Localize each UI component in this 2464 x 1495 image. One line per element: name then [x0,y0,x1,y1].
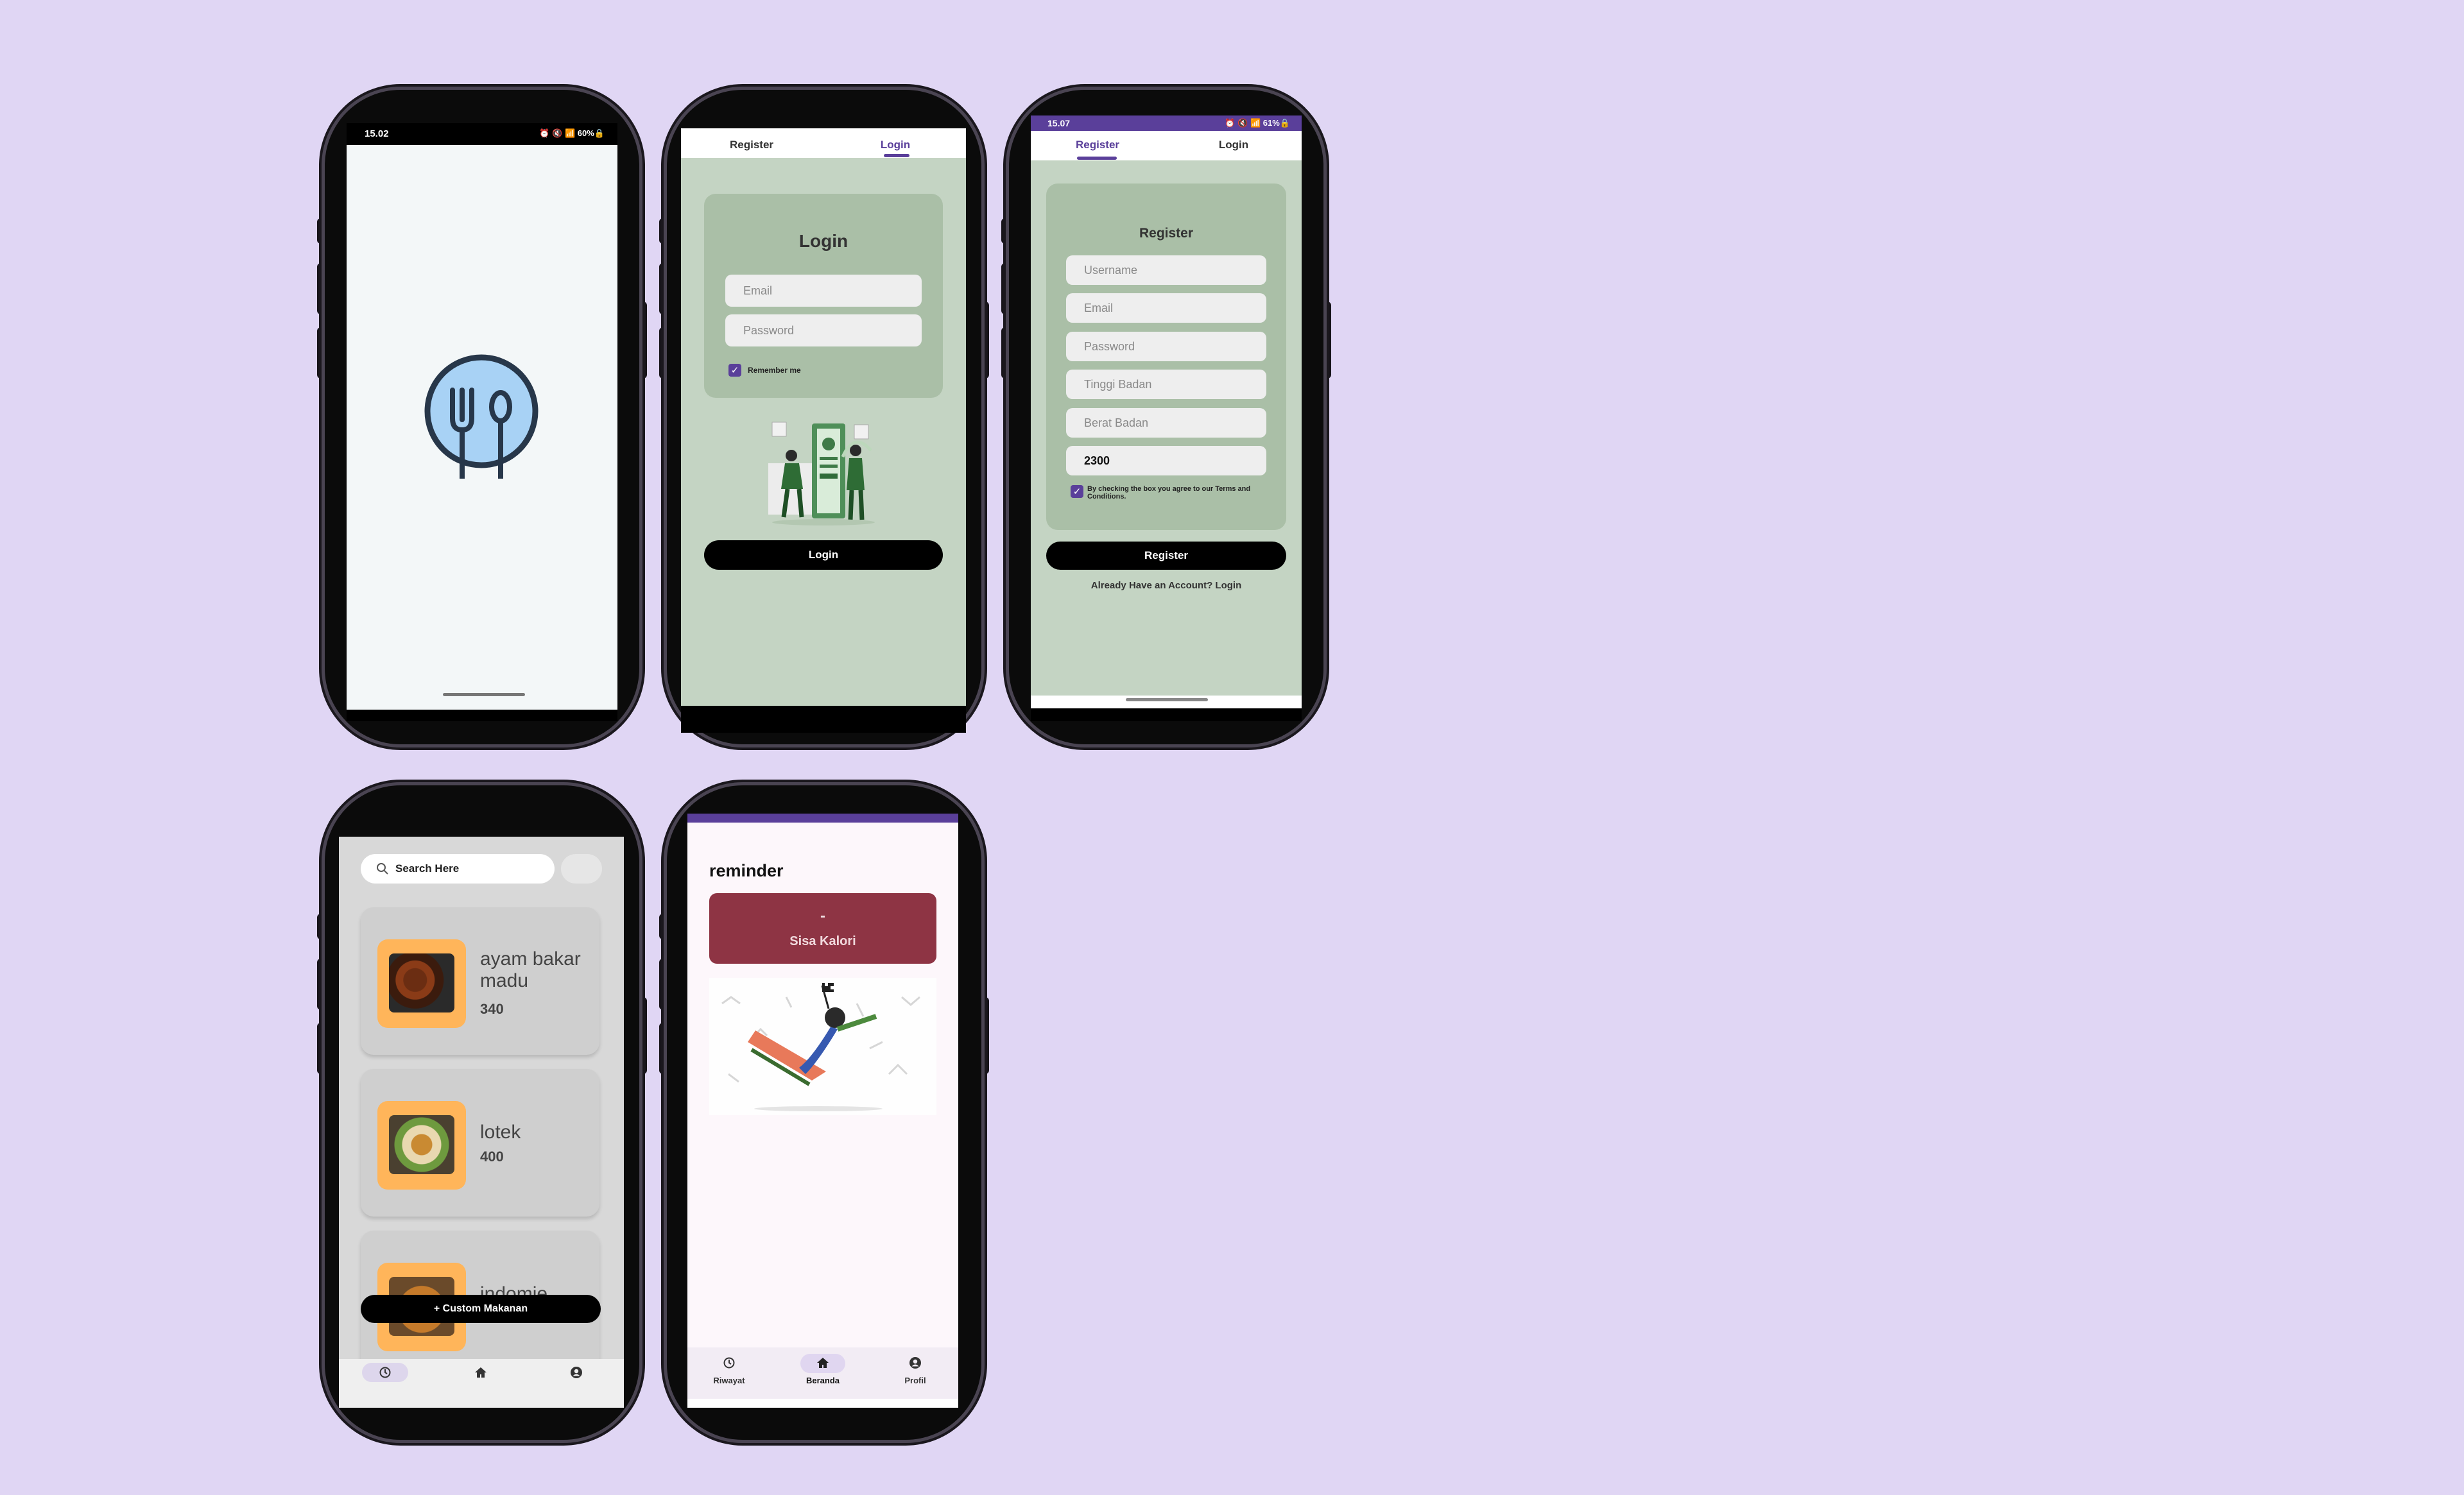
remember-label: Remember me [748,366,801,375]
fork-spoon-plate-icon [424,354,538,479]
home-indicator[interactable] [1126,698,1208,701]
login-button[interactable]: Login [704,540,943,570]
nav-label: Profil [904,1376,926,1385]
food-name: ayam bakar madu [480,948,581,991]
nav-area [1031,696,1302,708]
profile-icon [909,1357,921,1369]
status-icons: ⏰ 🔇 📶 60%🔒 [539,128,605,138]
bottom-nav: Riwayat Beranda Profil [687,1347,958,1399]
bottom-nav [339,1359,624,1408]
home-indicator[interactable] [443,693,525,696]
terms-checkbox[interactable]: ✓ [1071,485,1083,498]
profile-icon[interactable] [570,1366,583,1379]
register-title: Register [1139,226,1194,241]
height-field[interactable]: Tinggi Badan [1066,370,1266,399]
finish-flag-illustration [709,978,936,1115]
food-card-lotek[interactable]: lotek 400 [361,1069,599,1217]
login-illustration [768,422,875,525]
register-card: Register Username Email Password Tinggi … [1046,184,1286,530]
register-button[interactable]: Register [1046,542,1286,570]
nav-label: Beranda [806,1376,840,1385]
food-name: lotek [480,1122,521,1143]
status-bar [687,814,958,823]
history-icon [379,1367,391,1378]
nav-beranda[interactable]: Beranda [800,1353,845,1391]
search-bar[interactable]: Search Here [361,854,555,884]
food-card-ayam-bakar-madu[interactable]: ayam bakar madu 340 [361,907,599,1055]
status-time: 15.02 [365,128,389,139]
status-bar: 15.07 ⏰ 🔇 📶 61%🔒 [1031,115,1302,131]
phone-register: 15.07 ⏰ 🔇 📶 61%🔒 Register Login Register… [1001,90,1331,744]
tab-indicator [884,154,909,157]
home-icon[interactable] [474,1366,488,1379]
custom-food-button[interactable]: + Custom Makanan [361,1295,601,1323]
food-photo [389,1115,454,1174]
phone-splash: 15.02 ⏰ 🔇 📶 60%🔒 [317,90,647,744]
weight-field[interactable]: Berat Badan [1066,408,1266,438]
nav-profil[interactable]: Profil [893,1353,938,1391]
food-calories: 340 [480,1001,504,1017]
remaining-calorie-value: - [820,907,825,925]
email-field[interactable]: Email [725,275,922,307]
username-field[interactable]: Username [1066,255,1266,285]
food-thumbnail [377,939,466,1028]
history-icon [723,1357,735,1369]
food-calories: 400 [480,1149,504,1165]
remaining-calorie-label: Sisa Kalori [789,934,856,948]
password-field[interactable]: Password [1066,332,1266,361]
tab-register[interactable]: Register [700,139,803,151]
auth-tabbar: Register Login [1031,131,1302,160]
food-thumbnail [377,1101,466,1190]
remember-checkbox[interactable]: ✓ [728,364,741,377]
phone-login: Register Login Login Email Password ✓ Re… [659,90,989,744]
login-link[interactable]: Already Have an Account? Login [1031,580,1302,591]
nav-riwayat[interactable]: Riwayat [707,1353,752,1391]
phone-food-list: Search Here ayam bakar madu 340 lotek 40… [317,785,647,1440]
status-time: 15.07 [1047,118,1071,128]
tab-indicator [1077,157,1117,160]
food-photo [389,953,454,1012]
login-title: Login [798,231,849,251]
email-field[interactable]: Email [1066,293,1266,323]
splash-screen [347,145,617,710]
terms-text: By checking the box you agree to our Ter… [1087,485,1251,500]
search-input[interactable]: Search Here [395,862,459,875]
status-icons: ⏰ 🔇 📶 61%🔒 [1225,118,1290,128]
nav-label: Riwayat [713,1376,745,1385]
phone-reminder: reminder - Sisa Kalori Riwayat Beranda P… [659,785,989,1440]
filter-button[interactable] [561,854,602,884]
tab-login[interactable]: Login [844,139,947,151]
nav-history-active[interactable] [362,1363,408,1382]
search-icon [377,863,388,875]
login-card: Login Email Password ✓ Remember me [704,194,943,398]
tab-login[interactable]: Login [1182,139,1285,151]
auth-tabbar: Register Login [681,128,966,158]
calorie-field[interactable]: 2300 [1066,446,1266,475]
password-field[interactable]: Password [725,314,922,346]
tab-register[interactable]: Register [1046,139,1149,151]
page-title: reminder [709,861,784,880]
calorie-card: - Sisa Kalori [709,893,936,964]
home-icon [817,1358,829,1368]
